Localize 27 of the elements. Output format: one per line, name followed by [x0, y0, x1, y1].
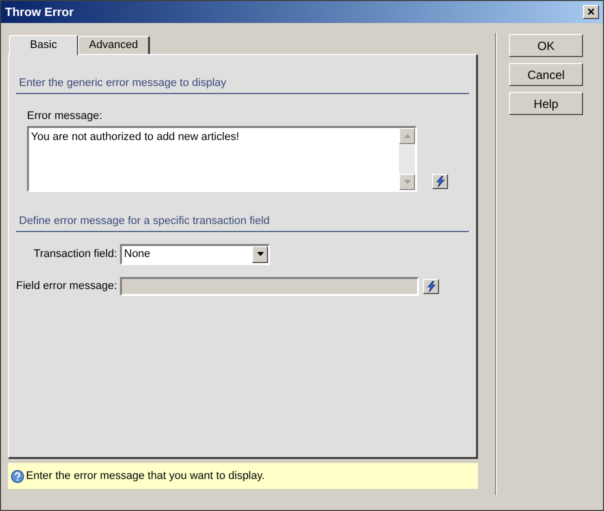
scroll-up-button[interactable]	[399, 128, 415, 144]
question-icon	[11, 470, 24, 482]
section-heading: Define error message for a specific transaction field	[16, 213, 469, 232]
dynamic-data-button[interactable]	[423, 278, 439, 294]
transaction-field-dropdown[interactable]: None	[120, 244, 270, 264]
field-label: Error message:	[27, 108, 104, 124]
dialog-button[interactable]: OK	[509, 34, 583, 57]
scrollbar[interactable]	[399, 128, 415, 190]
dialog-button[interactable]: Cancel	[509, 63, 583, 86]
dropdown-button[interactable]	[252, 246, 268, 262]
caret-icon	[256, 252, 264, 256]
down-arrow-icon	[404, 180, 410, 184]
dynamic-data-button[interactable]	[432, 174, 448, 189]
lightning-icon	[434, 176, 446, 187]
up-arrow-icon	[404, 134, 410, 138]
window-title: Throw Error	[5, 4, 74, 21]
dialog-button[interactable]: Help	[509, 92, 583, 115]
field-label: Field error message:	[16, 278, 118, 294]
tab[interactable]: Advanced	[78, 36, 150, 54]
section-heading: Enter the generic error message to display	[16, 75, 469, 94]
field-label: Transaction field:	[32, 246, 118, 262]
help-text: Enter the error message that you want to display.	[26, 468, 265, 484]
tab[interactable]: Basic	[9, 35, 78, 55]
scroll-down-button[interactable]	[399, 174, 415, 190]
lightning-icon	[426, 280, 436, 292]
close-button[interactable]: ×	[583, 5, 599, 19]
error-message-field[interactable]: You are not authorized to add new articles!	[27, 126, 417, 192]
